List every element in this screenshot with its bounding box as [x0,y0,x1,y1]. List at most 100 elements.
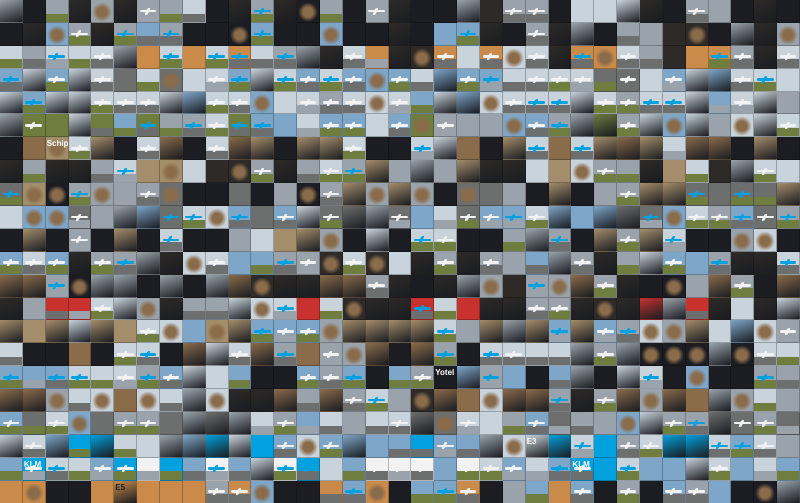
ground-band [297,173,319,183]
photo-thumbnail [548,274,572,298]
airplane-shape [574,55,591,59]
ground-band [617,471,639,480]
photo-thumbnail [274,114,298,138]
ground-band [342,150,365,160]
ground-band [434,128,457,137]
photo-thumbnail [68,434,92,458]
photo-thumbnail [525,251,549,275]
airplane-shape [2,192,20,196]
photo-thumbnail [480,274,503,298]
ground-band [594,173,617,183]
ground-band [662,265,685,274]
photo-thumbnail [502,434,526,458]
photo-thumbnail [480,251,503,275]
airplane-shape [139,9,157,13]
photo-thumbnail [434,297,458,321]
ground-band [205,105,228,114]
airplane-shape [139,101,157,104]
ground-band [708,196,731,206]
airplane-shape [734,444,751,448]
ground-band [388,448,411,457]
photo-thumbnail [525,22,549,46]
photo-thumbnail [320,480,343,503]
ground-band [22,128,45,137]
ground-band [617,59,639,68]
photo-thumbnail [251,320,275,344]
photo-thumbnail [411,114,435,138]
photo-thumbnail [0,320,23,344]
photo-thumbnail [320,45,343,69]
photo-thumbnail [320,206,343,229]
photo-thumbnail [0,137,23,161]
airplane-shape [459,467,477,471]
photo-thumbnail [594,68,618,92]
photo-thumbnail [777,0,800,23]
photo-thumbnail [731,434,755,458]
airplane-shape [162,375,180,379]
photo-thumbnail [480,206,503,229]
ground-band [525,265,548,274]
ground-band [68,311,91,320]
photo-thumbnail [731,22,755,46]
photo-thumbnail [320,297,343,321]
photo-thumbnail [182,206,206,229]
photo-thumbnail [388,68,412,92]
photo-thumbnail [411,45,435,69]
photo-thumbnail [182,160,206,184]
ground-band [662,425,685,434]
photo-thumbnail [388,228,412,252]
airplane-shape [665,490,683,493]
photo-thumbnail [182,114,206,138]
airplane-shape [322,101,340,104]
airplane-shape [162,215,180,219]
airplane-shape [162,32,180,36]
airplane-shape [299,330,317,333]
photo-thumbnail [0,206,23,229]
ground-band [434,265,457,274]
ground-band [45,288,68,297]
ground-band [411,379,434,389]
photo-thumbnail [525,160,549,184]
photo-thumbnail [137,274,160,298]
photo-thumbnail [754,389,778,413]
airplane-shape [2,78,20,81]
photo-thumbnail [571,389,595,413]
airplane-shape [254,9,271,13]
photo-thumbnail [480,320,503,344]
photo-thumbnail [640,457,663,481]
ground-band [685,311,708,320]
ground-band [137,379,159,389]
ground-band [411,471,434,480]
photo-thumbnail [640,91,663,115]
photo-thumbnail [662,297,686,321]
ground-band [228,356,251,366]
airplane-shape [71,146,88,150]
photo-thumbnail [160,68,183,92]
photo-thumbnail [640,114,663,138]
ground-band [251,59,274,68]
ground-band [708,448,731,457]
photo-thumbnail [228,137,252,161]
photo-thumbnail [342,480,366,503]
ground-band [617,265,639,274]
photo-thumbnail [594,457,618,481]
photo-thumbnail [297,480,320,503]
ground-band [525,13,548,22]
airplane-shape [345,261,363,265]
photo-thumbnail [777,114,800,138]
photo-thumbnail [502,457,526,481]
airplane-shape [185,124,203,127]
photo-thumbnail [640,183,663,207]
photo-thumbnail [342,412,366,435]
photo-thumbnail [434,412,458,435]
photo-thumbnail [342,274,366,298]
ground-band [68,36,91,45]
photo-thumbnail [22,114,46,138]
ground-band [137,150,159,160]
photo-thumbnail [68,389,92,413]
photo-thumbnail [457,274,480,298]
ground-band [777,356,799,366]
photo-thumbnail [228,480,252,503]
airplane-shape [322,124,340,127]
photo-thumbnail [205,274,229,298]
